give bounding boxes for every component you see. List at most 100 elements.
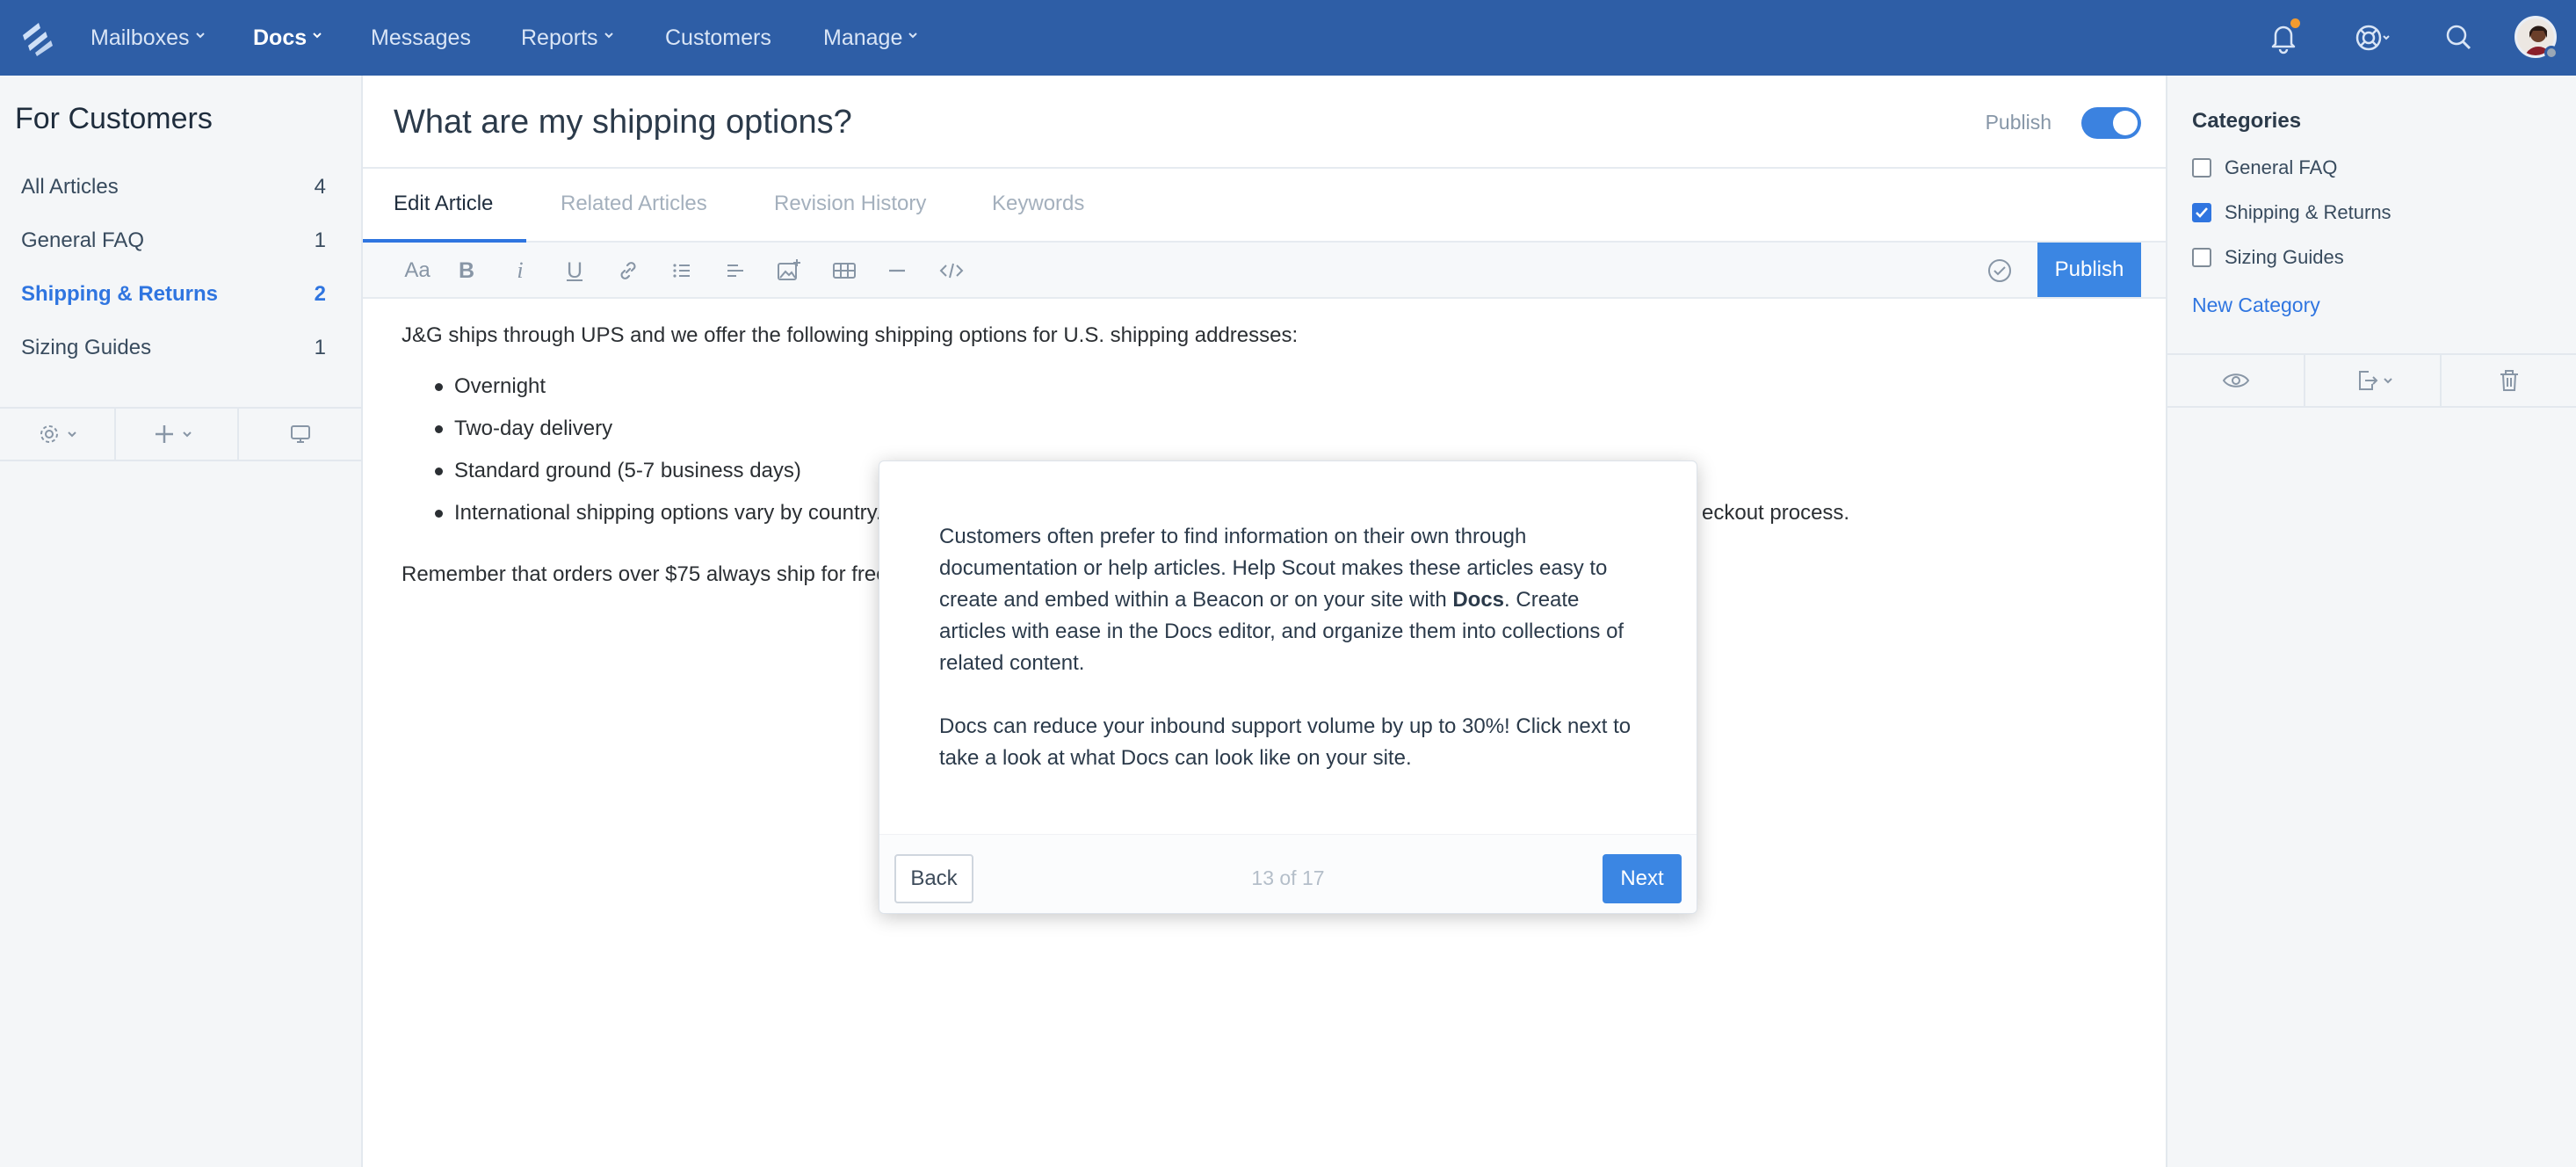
chevron-down-icon: [2383, 378, 2392, 384]
right-sidebar: Categories General FAQ Shipping & Return…: [2166, 76, 2576, 1167]
bold-icon[interactable]: B: [451, 255, 482, 286]
checkbox-label: Sizing Guides: [2225, 246, 2344, 268]
tour-paragraph: Docs can reduce your inbound support vol…: [939, 714, 1632, 770]
font-size-icon[interactable]: Aa: [398, 255, 437, 286]
checkmark-icon: [2196, 207, 2208, 218]
search-icon[interactable]: [2439, 18, 2479, 58]
article-outro: Remember that orders over $75 always shi…: [402, 562, 888, 586]
article-actions-toolbar: [2167, 353, 2576, 408]
tour-popover: Customers often prefer to find informati…: [879, 460, 1697, 914]
categories-heading: Categories: [2192, 109, 2302, 133]
nav-manage-label: Manage: [823, 25, 903, 50]
rule-glyph: [889, 269, 905, 272]
list-item: Two-day delivery: [435, 417, 613, 441]
next-button[interactable]: Next: [1603, 854, 1682, 903]
nav-customers[interactable]: Customers: [665, 0, 771, 76]
article-title[interactable]: What are my shipping options?: [394, 104, 852, 141]
image-icon[interactable]: [773, 255, 805, 286]
tour-footer: Back 13 of 17 Next: [879, 834, 1697, 913]
sidebar-item-label: Shipping & Returns: [21, 282, 218, 306]
chevron-down-icon: [183, 431, 192, 438]
sidebar-item-sizing-guides[interactable]: Sizing Guides 1: [0, 322, 361, 374]
settings-menu-button[interactable]: [0, 409, 114, 460]
checkbox[interactable]: [2192, 203, 2211, 222]
tour-text-bold: Docs: [1452, 588, 1505, 612]
sidebar-item-label: All Articles: [21, 175, 119, 199]
checkbox[interactable]: [2192, 248, 2211, 267]
sidebar-item-count: 1: [314, 336, 326, 359]
toggle-knob: [2113, 111, 2138, 135]
logo-icon[interactable]: [19, 19, 56, 56]
new-category-link[interactable]: New Category: [2192, 294, 2320, 317]
bullet: [435, 468, 443, 475]
nav-reports[interactable]: Reports: [521, 0, 614, 76]
plus-icon: [156, 425, 173, 443]
chevron-down-icon: [68, 431, 76, 438]
horizontal-rule-icon[interactable]: [881, 255, 913, 286]
sidebar-item-label: General FAQ: [21, 228, 145, 252]
nav-messages-label: Messages: [371, 25, 471, 50]
chevron-down-icon: [195, 33, 205, 39]
gear-icon: [40, 425, 58, 443]
nav-docs[interactable]: Docs: [253, 0, 322, 76]
nav-docs-label: Docs: [253, 25, 308, 50]
publish-toggle[interactable]: [2081, 107, 2141, 139]
list-item-text: International shipping options vary by c…: [454, 501, 901, 525]
tab-keywords[interactable]: Keywords: [992, 192, 1084, 216]
sidebar-item-general-faq[interactable]: General FAQ 1: [0, 214, 361, 267]
nav-mailboxes[interactable]: Mailboxes: [90, 0, 206, 76]
list-glyph: [673, 264, 690, 278]
link-icon[interactable]: [612, 255, 644, 286]
code-icon[interactable]: [936, 255, 967, 286]
underline-icon[interactable]: U: [559, 255, 590, 286]
sidebar-item-label: Sizing Guides: [21, 336, 152, 359]
table-glyph: [833, 263, 856, 279]
chevron-down-icon: [313, 33, 322, 39]
check-circle-icon[interactable]: [1984, 255, 2015, 286]
table-icon[interactable]: [829, 255, 860, 286]
italic-icon[interactable]: i: [504, 255, 536, 286]
move-article-button[interactable]: [2304, 355, 2440, 406]
preview-icon: [290, 425, 310, 443]
top-navigation: Mailboxes Docs Messages Reports Customer…: [0, 0, 2576, 76]
list-item-tail: eckout process.: [1702, 501, 1850, 525]
help-icon[interactable]: [2351, 18, 2391, 58]
tab-edit-article[interactable]: Edit Article: [394, 192, 493, 216]
nav-manage[interactable]: Manage: [823, 0, 918, 76]
tour-paragraph: Customers often prefer to find informati…: [939, 521, 1642, 679]
check-glyph: [1988, 259, 2011, 282]
sidebar-item-shipping-returns[interactable]: Shipping & Returns 2: [0, 268, 361, 321]
delete-article-button[interactable]: [2440, 355, 2576, 406]
list-item: Standard ground (5-7 business days): [435, 459, 801, 483]
preview-article-button[interactable]: [2167, 355, 2304, 406]
eye-icon: [2222, 373, 2249, 388]
list-item-text: Two-day delivery: [454, 417, 613, 440]
list-item-text: Overnight: [454, 374, 546, 398]
list-item: International shipping options vary by c…: [435, 501, 901, 526]
bulleted-list-icon[interactable]: [666, 255, 698, 286]
bullet: [435, 510, 443, 518]
nav-messages[interactable]: Messages: [371, 0, 471, 76]
tab-related-articles[interactable]: Related Articles: [561, 192, 707, 216]
left-sidebar: For Customers All Articles 4 General FAQ…: [0, 76, 363, 1167]
list-item: Overnight: [435, 374, 546, 399]
trash-icon: [2500, 370, 2518, 391]
align-icon[interactable]: [720, 255, 751, 286]
status-indicator: [2544, 46, 2558, 60]
publish-toggle-label: Publish: [1985, 111, 2051, 134]
preview-button[interactable]: [237, 409, 361, 460]
align-glyph: [727, 265, 743, 277]
publish-button[interactable]: Publish: [2037, 243, 2141, 297]
editor-toolbar: Aa B i U Publish: [363, 243, 2166, 299]
notification-dot: [2288, 16, 2303, 31]
chevron-down-icon: [604, 33, 613, 39]
collection-title: For Customers: [15, 102, 213, 135]
link-glyph: [620, 262, 636, 279]
add-menu-button[interactable]: [114, 409, 228, 460]
bullet: [435, 383, 443, 391]
tab-revision-history[interactable]: Revision History: [774, 192, 926, 216]
checkbox[interactable]: [2192, 158, 2211, 178]
nav-mailboxes-label: Mailboxes: [90, 25, 190, 50]
sidebar-item-count: 4: [314, 175, 326, 199]
sidebar-item-all-articles[interactable]: All Articles 4: [0, 161, 361, 214]
